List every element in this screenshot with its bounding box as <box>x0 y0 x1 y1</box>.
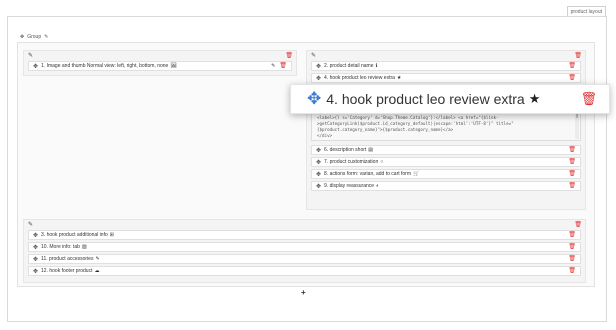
list-item[interactable]: ✥ 8. actions form: varian, add to cart f… <box>311 169 581 179</box>
cloud-icon: ☁ <box>94 268 100 274</box>
trash-icon[interactable]: 🗑 <box>568 159 576 165</box>
list-item[interactable]: ✥ 7. product customization ○ 🗑 <box>311 157 581 167</box>
list-item[interactable]: ✥ 9. display reassurance ◐ 🗑 <box>311 181 581 191</box>
circle-icon: ○ <box>380 159 384 165</box>
right-column: ✎ 🗑 ✥ 2. product detail name ℹ 🗑 ✥ 4. ho… <box>306 50 586 210</box>
list-item[interactable]: ✥ 3. hook product additional info ⊞ 🗑 <box>28 230 581 240</box>
trash-icon[interactable]: 🗑 <box>285 53 293 59</box>
move-icon[interactable]: ✥ <box>33 232 38 239</box>
trash-icon[interactable]: 🗑 <box>568 268 576 274</box>
item-label: 1. Image and thumb Normal view: left, ri… <box>41 63 169 69</box>
column-header: ✎ 🗑 <box>24 220 585 230</box>
pencil-icon[interactable]: ✎ <box>28 53 33 59</box>
bottom-column: ✎ 🗑 ✥ 3. hook product additional info ⊞ … <box>23 219 586 283</box>
tab-icon: ▧ <box>81 244 87 250</box>
move-icon[interactable]: ✥ <box>316 171 321 178</box>
dragging-item[interactable]: ✥ 4. hook product leo review extra ★ 🗑 <box>290 84 610 114</box>
pencil-icon: ✎ <box>95 256 100 262</box>
move-icon[interactable]: ✥ <box>316 75 321 82</box>
trash-icon[interactable]: 🗑 <box>574 222 582 228</box>
list-item[interactable]: ✥ 6. description short ▤ 🗑 <box>311 145 581 155</box>
trash-icon[interactable]: 🗑 <box>568 256 576 262</box>
move-icon[interactable]: ✥ <box>316 147 321 154</box>
info-icon: ℹ <box>375 63 378 69</box>
plus-square-icon: ⊞ <box>109 232 114 238</box>
item-label: 4. hook product leo review extra <box>324 75 395 81</box>
tab-product-layout[interactable]: product layout <box>566 6 606 16</box>
group-header[interactable]: ✥ Group ✎ <box>20 32 48 42</box>
item-label: 2. product detail name <box>324 63 374 69</box>
image-icon: 🖼 <box>170 63 177 69</box>
column-header: ✎ 🗑 <box>307 51 585 61</box>
trash-icon[interactable]: 🗑 <box>568 183 576 189</box>
item-label: 8. actions form: varian, add to cart for… <box>324 171 412 177</box>
move-icon[interactable]: ✥ <box>20 34 24 40</box>
list-item[interactable]: ✥ 4. hook product leo review extra ★ 🗑 <box>311 73 581 83</box>
move-icon[interactable]: ✥ <box>33 244 38 251</box>
code-line: </div> <box>317 133 333 138</box>
list-item[interactable]: ✥ 2. product detail name ℹ 🗑 <box>311 61 581 71</box>
shield-icon: ◐ <box>376 183 380 189</box>
trash-icon[interactable]: 🗑 <box>568 147 576 153</box>
move-icon[interactable]: ✥ <box>33 268 38 275</box>
column-header: ✎ 🗑 <box>24 51 296 61</box>
star-icon: ★ <box>396 75 402 81</box>
trash-icon[interactable]: 🗑 <box>568 63 576 69</box>
pencil-icon[interactable]: ✎ <box>271 63 275 69</box>
item-label: 7. product customization <box>324 159 379 165</box>
list-icon: ▤ <box>368 147 374 153</box>
group-label: Group <box>27 34 42 40</box>
list-item[interactable]: ✥ 11. product accessories ✎ 🗑 <box>28 254 581 264</box>
list-item[interactable]: ✥ 10. More info: tab ▧ 🗑 <box>28 242 581 252</box>
trash-icon[interactable]: 🗑 <box>568 244 576 250</box>
trash-icon[interactable]: 🗑 <box>568 232 576 238</box>
item-label: 9. display reassurance <box>324 183 375 189</box>
move-icon[interactable]: ✥ <box>307 89 321 109</box>
trash-icon[interactable]: 🗑 <box>568 171 576 177</box>
move-icon[interactable]: ✥ <box>316 159 321 166</box>
pencil-icon[interactable]: ✎ <box>44 34 48 40</box>
move-icon[interactable]: ✥ <box>316 63 321 70</box>
trash-icon[interactable]: 🗑 <box>574 53 582 59</box>
move-icon[interactable]: ✥ <box>33 63 38 70</box>
pencil-icon[interactable]: ✎ <box>28 222 33 228</box>
pencil-icon[interactable]: ✎ <box>311 53 316 59</box>
star-icon: ★ <box>528 91 541 106</box>
trash-icon[interactable]: 🗑 <box>580 92 597 105</box>
item-label: 6. description short <box>324 147 367 153</box>
item-label: 4. hook product leo review extra <box>326 91 525 107</box>
item-label: 11. product accessories <box>41 256 94 262</box>
list-item[interactable]: ✥ 12. hook footer product ☁ 🗑 <box>28 266 581 276</box>
move-icon[interactable]: ✥ <box>316 183 321 190</box>
item-label: 10. More info: tab <box>41 244 80 250</box>
add-column-button[interactable]: + <box>301 288 306 297</box>
list-item[interactable]: ✥ 1. Image and thumb Normal view: left, … <box>28 61 292 71</box>
cart-icon: 🛒 <box>413 171 420 177</box>
trash-icon[interactable]: 🗑 <box>568 75 576 81</box>
move-icon[interactable]: ✥ <box>33 256 38 263</box>
item-label: 3. hook product additional info <box>41 232 108 238</box>
left-column: ✎ 🗑 ✥ 1. Image and thumb Normal view: le… <box>23 50 297 76</box>
trash-icon[interactable]: 🗑 <box>279 63 287 69</box>
item-label: 12. hook footer product <box>41 268 93 274</box>
